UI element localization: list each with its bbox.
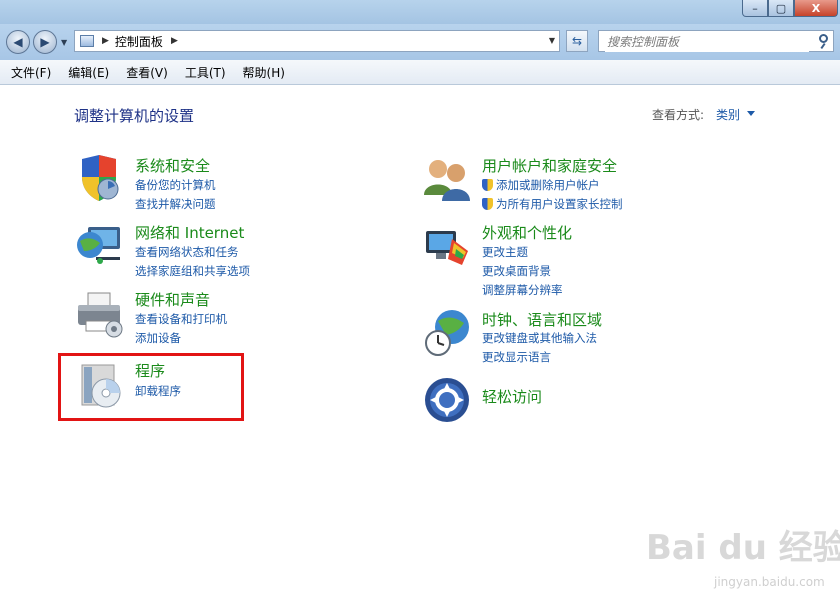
- link-troubleshoot[interactable]: 查找并解决问题: [135, 196, 216, 212]
- view-by-dropdown[interactable]: 类别: [716, 106, 740, 123]
- address-bar[interactable]: ▶ 控制面板 ▶ ▼: [74, 30, 560, 52]
- link-homegroup[interactable]: 选择家庭组和共享选项: [135, 263, 250, 279]
- recent-pages-dropdown-icon[interactable]: ▼: [61, 38, 67, 47]
- link-screen-resolution[interactable]: 调整屏幕分辨率: [482, 282, 563, 298]
- category-system-security[interactable]: 系统和安全: [135, 155, 210, 176]
- minimize-button[interactable]: –: [742, 0, 768, 17]
- clock-globe-icon[interactable]: [422, 307, 472, 357]
- link-backup-computer[interactable]: 备份您的计算机: [135, 177, 216, 193]
- search-icon[interactable]: [819, 34, 828, 43]
- menu-help[interactable]: 帮助(H): [237, 64, 291, 81]
- control-panel-content: 调整计算机的设置 查看方式: 类别 系统和安全 备份您的计算机 查找并解决问题 …: [0, 85, 840, 589]
- category-appearance[interactable]: 外观和个性化: [482, 222, 572, 243]
- link-add-remove-users-label[interactable]: 添加或删除用户帐户: [496, 178, 600, 192]
- search-input[interactable]: [605, 32, 809, 52]
- close-button[interactable]: X: [794, 0, 838, 17]
- menu-edit[interactable]: 编辑(E): [62, 64, 115, 81]
- uac-shield-icon: [482, 179, 493, 191]
- breadcrumb-separator-icon[interactable]: ▶: [102, 36, 109, 46]
- breadcrumb-control-panel[interactable]: 控制面板: [115, 33, 163, 50]
- link-change-background[interactable]: 更改桌面背景: [482, 263, 551, 279]
- printer-icon[interactable]: [74, 289, 124, 339]
- link-add-remove-users[interactable]: 添加或删除用户帐户: [482, 177, 600, 193]
- highlight-annotation-box: [58, 353, 244, 421]
- category-network-internet[interactable]: 网络和 Internet: [135, 222, 244, 243]
- menu-file[interactable]: 文件(F): [5, 64, 57, 81]
- window-controls: – ▢ X: [742, 0, 838, 17]
- category-hardware-sound[interactable]: 硬件和声音: [135, 289, 210, 310]
- uac-shield-icon: [482, 198, 493, 210]
- users-icon[interactable]: [422, 153, 472, 203]
- breadcrumb-separator-icon[interactable]: ▶: [171, 36, 178, 46]
- link-change-display-language[interactable]: 更改显示语言: [482, 349, 551, 365]
- link-change-theme[interactable]: 更改主题: [482, 244, 528, 260]
- link-devices-printers[interactable]: 查看设备和打印机: [135, 311, 227, 327]
- control-panel-icon: [80, 35, 94, 47]
- view-by-label: 查看方式:: [652, 108, 705, 122]
- refresh-button[interactable]: ⇆: [566, 30, 588, 52]
- menu-view[interactable]: 查看(V): [120, 64, 174, 81]
- menu-bar: 文件(F) 编辑(E) 查看(V) 工具(T) 帮助(H): [0, 60, 840, 85]
- chevron-down-icon[interactable]: [747, 111, 755, 116]
- link-change-input-method[interactable]: 更改键盘或其他输入法: [482, 330, 597, 346]
- monitor-palette-icon[interactable]: [422, 221, 472, 271]
- refresh-icon: ⇆: [571, 34, 583, 48]
- category-clock-language[interactable]: 时钟、语言和区域: [482, 309, 602, 330]
- page-title: 调整计算机的设置: [74, 107, 195, 125]
- category-user-accounts[interactable]: 用户帐户和家庭安全: [482, 155, 617, 176]
- navigation-bar: ◀ ▶ ▼ ▶ 控制面板 ▶ ▼ ⇆: [0, 24, 840, 60]
- link-add-device[interactable]: 添加设备: [135, 330, 181, 346]
- back-button[interactable]: ◀: [6, 30, 30, 54]
- maximize-button[interactable]: ▢: [768, 0, 794, 17]
- baidu-watermark: Bai du 经验: [646, 528, 840, 568]
- search-box[interactable]: [598, 30, 834, 52]
- ease-of-access-icon[interactable]: [422, 375, 472, 425]
- link-parental-controls[interactable]: 为所有用户设置家长控制: [482, 196, 623, 212]
- link-parental-controls-label[interactable]: 为所有用户设置家长控制: [496, 197, 623, 211]
- address-dropdown-icon[interactable]: ▼: [549, 36, 555, 45]
- category-ease-of-access[interactable]: 轻松访问: [482, 386, 542, 407]
- forward-button[interactable]: ▶: [33, 30, 57, 54]
- network-globe-icon[interactable]: [74, 221, 124, 271]
- baidu-watermark-url: jingyan.baidu.com: [714, 575, 825, 589]
- menu-tools[interactable]: 工具(T): [179, 64, 232, 81]
- link-network-status[interactable]: 查看网络状态和任务: [135, 244, 239, 260]
- shield-icon[interactable]: [74, 153, 124, 203]
- title-bar: – ▢ X: [0, 0, 840, 24]
